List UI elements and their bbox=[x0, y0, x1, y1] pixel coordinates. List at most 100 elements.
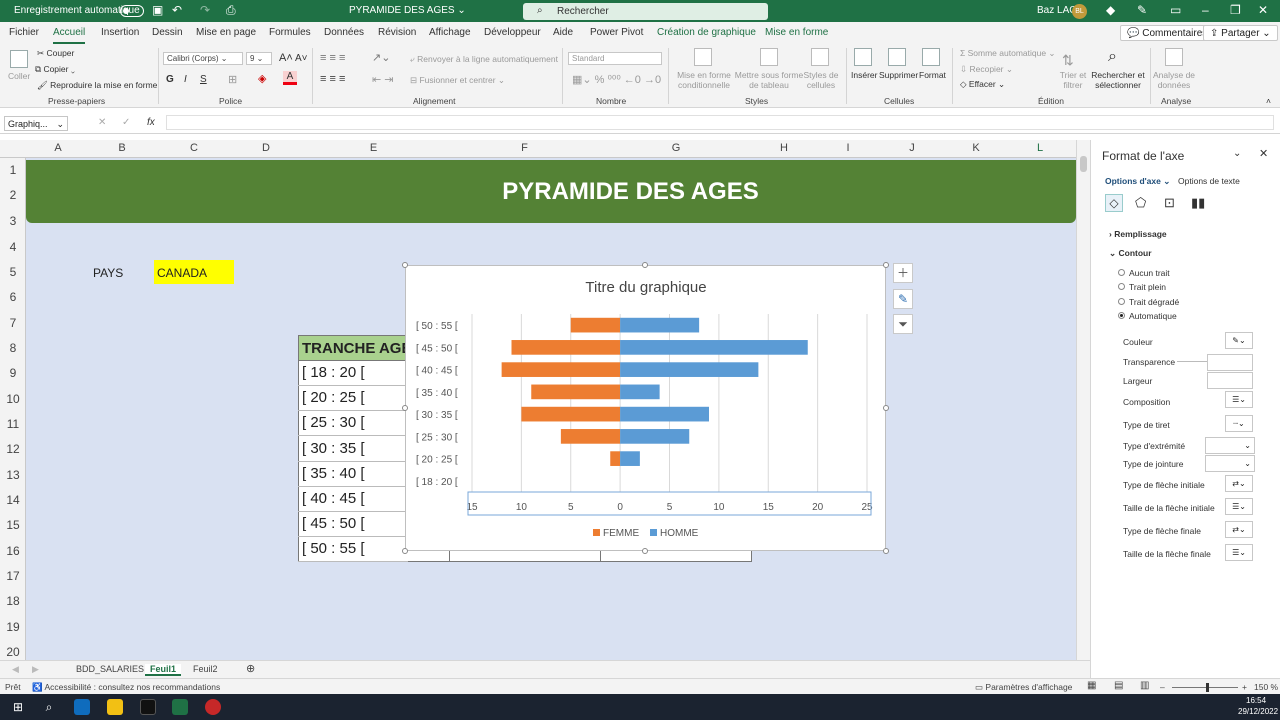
windows-start-icon[interactable]: ⊞ bbox=[10, 699, 26, 715]
row-header[interactable]: 16 bbox=[0, 544, 26, 558]
table-row[interactable]: [ 40 : 45 [ bbox=[298, 487, 408, 512]
column-header[interactable]: K bbox=[944, 142, 1008, 154]
fill-button[interactable]: ⇩ Recopier ⌄ bbox=[960, 64, 1013, 75]
merge-center-button[interactable]: ⊟ Fusionner et centrer ⌄ bbox=[410, 75, 505, 86]
resize-handle[interactable] bbox=[402, 262, 408, 268]
column-header[interactable]: J bbox=[880, 142, 944, 154]
transparency-slider[interactable] bbox=[1177, 361, 1207, 362]
tab-mise-en-forme[interactable]: Mise en forme bbox=[765, 27, 828, 38]
page-layout-icon[interactable]: ▤ bbox=[1114, 680, 1123, 691]
align-left-icon[interactable]: ≡ ≡ ≡ bbox=[320, 73, 345, 85]
begin-arrow-type-button[interactable]: ⇄⌄ bbox=[1225, 475, 1253, 492]
underline-button[interactable]: S bbox=[200, 74, 207, 85]
file-explorer-icon[interactable] bbox=[107, 699, 123, 715]
minimize-icon[interactable]: – bbox=[1202, 3, 1209, 17]
resize-handle[interactable] bbox=[883, 405, 889, 411]
add-sheet-icon[interactable]: ⊕ bbox=[246, 662, 255, 675]
zoom-slider-thumb[interactable] bbox=[1206, 683, 1209, 692]
section-line[interactable]: ⌄ Contour bbox=[1109, 248, 1152, 259]
share-button[interactable]: ⇪ Partager ⌄ bbox=[1203, 25, 1278, 41]
table-row[interactable]: [ 45 : 50 [ bbox=[298, 512, 408, 538]
fill-line-icon[interactable]: ◇ bbox=[1105, 194, 1123, 212]
column-header[interactable]: B bbox=[90, 142, 154, 154]
row-header[interactable]: 17 bbox=[0, 569, 26, 583]
sheet-tab-bdd-salaries[interactable]: BDD_SALARIES bbox=[76, 664, 144, 674]
transparency-input[interactable] bbox=[1207, 354, 1253, 371]
accessibility-status[interactable]: ♿ Accessibilité : consultez nos recomman… bbox=[32, 682, 220, 693]
resize-handle[interactable] bbox=[642, 548, 648, 554]
borders-icon[interactable]: ⊞ bbox=[228, 73, 237, 86]
cell-styles-icon[interactable] bbox=[811, 48, 829, 66]
axis-options-icon[interactable]: ▮▮ bbox=[1191, 195, 1205, 211]
cancel-icon[interactable]: ✕ bbox=[98, 117, 106, 128]
delete-cells-button[interactable]: Supprimer bbox=[879, 70, 918, 80]
sheet-tab-feuil1[interactable]: Feuil1 bbox=[145, 664, 182, 676]
section-fill[interactable]: › Remplissage bbox=[1109, 229, 1167, 239]
cap-type-select[interactable]: ⌄ bbox=[1205, 437, 1255, 454]
population-pyramid-chart[interactable]: 15 10 5 0 5 10 15 20 25 Titre du graphique[ 18 : … bbox=[405, 265, 886, 551]
size-properties-icon[interactable]: ⊡ bbox=[1164, 195, 1175, 211]
enter-icon[interactable]: ✓ bbox=[122, 117, 130, 128]
tab-dessin[interactable]: Dessin bbox=[152, 27, 183, 38]
zoom-slider[interactable] bbox=[1172, 687, 1238, 688]
color-picker-button[interactable]: ✎⌄ bbox=[1225, 332, 1253, 349]
pen-icon[interactable]: ✎ bbox=[1137, 3, 1147, 17]
analyze-data-icon[interactable] bbox=[1165, 48, 1183, 66]
row-header[interactable]: 13 bbox=[0, 468, 26, 482]
diamond-icon[interactable]: ◆ bbox=[1106, 3, 1115, 17]
search-icon[interactable]: ⌕ bbox=[41, 699, 57, 715]
compound-type-button[interactable]: ☰⌄ bbox=[1225, 391, 1253, 408]
column-header[interactable]: A bbox=[26, 142, 90, 154]
tab-fichier[interactable]: Fichier bbox=[9, 27, 39, 38]
width-input[interactable] bbox=[1207, 372, 1253, 389]
resize-handle[interactable] bbox=[642, 262, 648, 268]
sort-filter-button[interactable]: Trier et filtrer bbox=[1058, 70, 1088, 90]
row-header[interactable]: 1 bbox=[0, 163, 26, 177]
comments-button[interactable]: 💬 Commentaires bbox=[1120, 25, 1215, 41]
font-shrink-icon[interactable]: A˅ bbox=[295, 53, 308, 64]
function-icon[interactable]: fx bbox=[147, 117, 155, 128]
tab-insertion[interactable]: Insertion bbox=[101, 27, 139, 38]
paste-button[interactable]: Coller bbox=[8, 71, 30, 81]
save-icon[interactable]: ▣ bbox=[152, 3, 163, 17]
end-arrow-size-button[interactable]: ☰⌄ bbox=[1225, 544, 1253, 561]
zoom-out-icon[interactable]: – bbox=[1160, 682, 1165, 692]
format-cells-button[interactable]: Format bbox=[919, 70, 946, 80]
dash-type-button[interactable]: ┈⌄ bbox=[1225, 415, 1253, 432]
clock-time[interactable]: 16:54 bbox=[1246, 696, 1266, 705]
format-painter-button[interactable]: 🖌 Reproduire la mise en forme bbox=[37, 80, 157, 91]
chart-filters-button[interactable]: ⏷ bbox=[893, 314, 913, 334]
cell-styles-button[interactable]: Styles de cellules bbox=[802, 70, 840, 90]
column-header[interactable]: D bbox=[234, 142, 298, 154]
resize-handle[interactable] bbox=[402, 405, 408, 411]
delete-cells-icon[interactable] bbox=[888, 48, 906, 66]
tab-developpeur[interactable]: Développeur bbox=[484, 27, 541, 38]
row-header[interactable]: 7 bbox=[0, 316, 26, 330]
italic-button[interactable]: I bbox=[184, 74, 187, 85]
find-select-icon[interactable]: ⌕ bbox=[1108, 48, 1117, 66]
row-header[interactable]: 11 bbox=[0, 417, 26, 431]
row-header[interactable]: 15 bbox=[0, 518, 26, 532]
pays-value-cell[interactable]: CANADA bbox=[154, 260, 234, 284]
conditional-format-icon[interactable] bbox=[694, 48, 712, 66]
join-type-select[interactable]: ⌄ bbox=[1205, 455, 1255, 472]
table-row[interactable]: [ 35 : 40 [ bbox=[298, 462, 408, 487]
tab-accueil[interactable]: Accueil bbox=[53, 27, 86, 44]
font-name-select[interactable]: Calibri (Corps) ⌄ bbox=[163, 52, 243, 65]
copy-button[interactable]: ⧉ Copier ⌄ bbox=[35, 64, 75, 75]
row-header[interactable]: 2 bbox=[0, 188, 26, 202]
collapse-ribbon-icon[interactable]: ˄ bbox=[1266, 96, 1271, 106]
align-top-icon[interactable]: ≡ ≡ ≡ bbox=[320, 52, 345, 64]
table-row[interactable]: [ 25 : 30 [ bbox=[298, 411, 408, 437]
row-header[interactable]: 14 bbox=[0, 493, 26, 507]
outlook-icon[interactable] bbox=[74, 699, 90, 715]
tab-formules[interactable]: Formules bbox=[269, 27, 311, 38]
row-header[interactable]: 3 bbox=[0, 214, 26, 228]
next-sheet-icon[interactable]: ▶ bbox=[32, 664, 39, 675]
format-table-button[interactable]: Mettre sous forme de tableau bbox=[734, 70, 804, 90]
pays-label[interactable]: PAYS bbox=[93, 266, 123, 280]
fill-color-icon[interactable]: ◈ bbox=[258, 72, 266, 85]
close-icon[interactable]: ✕ bbox=[1258, 3, 1268, 17]
sheet-tab-feuil2[interactable]: Feuil2 bbox=[193, 664, 218, 674]
tiktok-icon[interactable] bbox=[140, 699, 156, 715]
